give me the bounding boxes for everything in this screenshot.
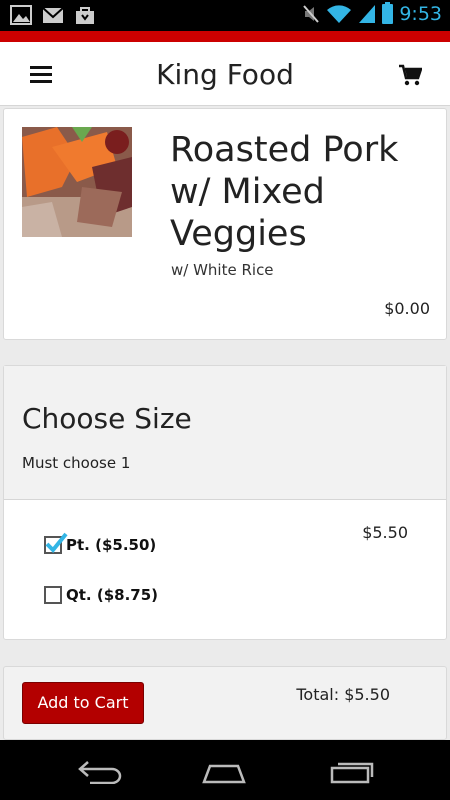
size-section-subtitle: Must choose 1	[22, 454, 131, 472]
brand-accent-bar	[0, 31, 450, 42]
battery-icon	[382, 2, 394, 24]
checkbox-unchecked[interactable]	[44, 586, 62, 604]
gmail-icon	[42, 7, 64, 23]
item-description: w/ White Rice	[171, 261, 274, 279]
check-mark-icon	[45, 532, 68, 553]
size-section: Choose Size Must choose 1 $5.50 Pt. ($5.…	[3, 365, 447, 640]
cart-icon[interactable]	[398, 64, 422, 86]
size-section-header: Choose Size Must choose 1	[4, 366, 446, 500]
gallery-icon	[10, 5, 32, 25]
wifi-icon	[327, 5, 352, 23]
back-icon[interactable]	[76, 758, 124, 784]
shopping-bag-icon	[76, 7, 94, 24]
item-price: $0.00	[384, 299, 430, 318]
status-bar: 9:53	[0, 0, 450, 31]
add-to-cart-button[interactable]: Add to Cart	[22, 682, 144, 724]
size-section-title: Choose Size	[22, 402, 192, 435]
mute-icon	[303, 5, 320, 23]
size-option-label: Qt. ($8.75)	[66, 586, 158, 604]
size-option-pint[interactable]: Pt. ($5.50)	[44, 532, 157, 554]
size-option-quart[interactable]: Qt. ($8.75)	[44, 586, 158, 604]
item-card: Roasted Pork w/ Mixed Veggies w/ White R…	[3, 108, 447, 340]
item-photo	[22, 127, 132, 237]
signal-icon	[359, 5, 376, 23]
app-title: King Food	[156, 58, 294, 91]
size-option-label: Pt. ($5.50)	[66, 536, 157, 554]
item-name: Roasted Pork w/ Mixed Veggies	[170, 130, 399, 254]
home-icon[interactable]	[200, 758, 248, 784]
checkbox-checked[interactable]	[44, 532, 68, 554]
order-total: Total: $5.50	[296, 685, 390, 704]
clock: 9:53	[399, 3, 442, 25]
order-footer: Add to Cart Total: $5.50	[3, 666, 447, 740]
app-header: King Food	[0, 42, 450, 106]
recent-apps-icon[interactable]	[328, 758, 376, 784]
size-selected-price: $5.50	[362, 523, 408, 542]
system-nav-bar	[0, 740, 450, 800]
